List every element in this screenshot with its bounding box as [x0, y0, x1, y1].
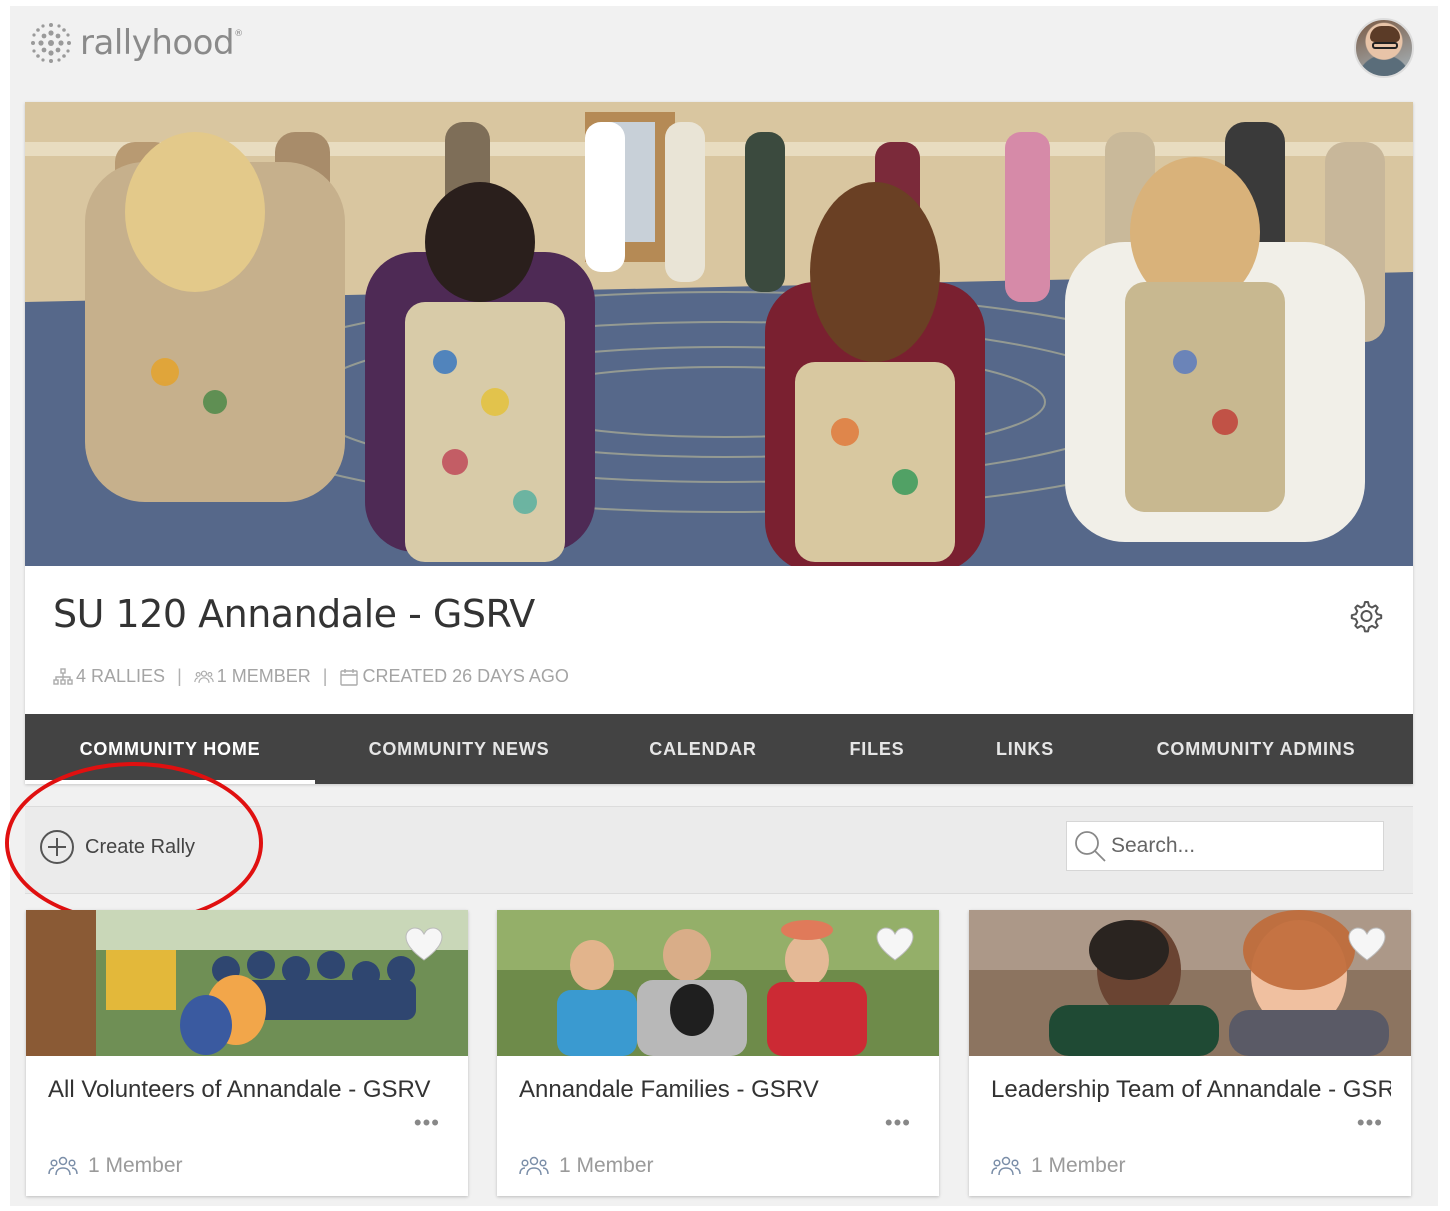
user-avatar[interactable] — [1354, 18, 1414, 78]
heart-icon[interactable] — [1347, 926, 1387, 962]
rallyhood-logo-icon — [31, 23, 71, 63]
members-icon — [194, 670, 214, 683]
annotation-circle — [5, 762, 263, 924]
search-icon — [1075, 831, 1106, 862]
tab-community-admins[interactable]: COMMUNITY ADMINS — [1099, 714, 1413, 784]
brand-trademark: ® — [234, 29, 243, 39]
tab-label: CALENDAR — [649, 738, 757, 759]
community-meta: 4 RALLIES | 1 MEMBER | CREATED 26 DAYS A… — [53, 666, 569, 687]
tab-community-news[interactable]: COMMUNITY NEWS — [315, 714, 603, 784]
members-icon — [48, 1156, 78, 1176]
more-icon[interactable]: ••• — [885, 1112, 911, 1134]
members-icon — [991, 1156, 1021, 1176]
heart-icon[interactable] — [875, 926, 915, 962]
rally-card[interactable]: Annandale Families - GSRV ••• 1 Member — [497, 910, 939, 1196]
community-title: SU 120 Annandale - GSRV — [53, 592, 535, 636]
tab-links[interactable]: LINKS — [951, 714, 1099, 784]
community-cover-photo — [25, 102, 1413, 566]
rallies-count-text: 4 RALLIES — [76, 666, 166, 686]
rally-name[interactable]: Annandale Families - GSRV — [519, 1076, 919, 1104]
rally-members: 1 Member — [48, 1154, 183, 1178]
rally-members-text: 1 Member — [559, 1154, 654, 1177]
rally-photo — [969, 910, 1411, 1056]
rally-photo — [26, 910, 468, 1056]
more-icon[interactable]: ••• — [414, 1112, 440, 1134]
created-date: CREATED 26 DAYS AGO — [339, 666, 569, 687]
rally-photo — [497, 910, 939, 1056]
rally-photo-illustration — [26, 910, 468, 1056]
rally-members: 1 Member — [519, 1154, 654, 1178]
cover-photo-illustration — [25, 102, 1413, 566]
rallies-count: 4 RALLIES — [53, 666, 165, 687]
rallies-icon — [53, 667, 73, 685]
rallyhood-logo[interactable]: rallyhood® — [30, 22, 243, 64]
rally-card[interactable]: Leadership Team of Annandale - GSRV ••• … — [969, 910, 1411, 1196]
community-tab-bar: COMMUNITY HOME COMMUNITY NEWS CALENDAR F… — [25, 714, 1413, 784]
avatar-glasses — [1372, 42, 1398, 49]
tab-label: LINKS — [996, 738, 1054, 759]
brand-name: rallyhood® — [80, 23, 243, 63]
community-card: SU 120 Annandale - GSRV 4 RALLIES | 1 ME… — [25, 102, 1413, 784]
rally-search[interactable] — [1066, 821, 1384, 871]
gear-icon[interactable] — [1347, 598, 1383, 634]
tab-label: FILES — [849, 738, 905, 759]
created-date-text: CREATED 26 DAYS AGO — [362, 666, 569, 686]
rally-card[interactable]: All Volunteers of Annandale - GSRV ••• 1… — [26, 910, 468, 1196]
rally-name[interactable]: All Volunteers of Annandale - GSRV — [48, 1076, 448, 1104]
tab-files[interactable]: FILES — [803, 714, 951, 784]
members-icon — [519, 1156, 549, 1176]
calendar-icon — [340, 668, 359, 686]
search-input[interactable] — [1111, 834, 1371, 858]
rally-photo-illustration — [497, 910, 939, 1056]
rally-name[interactable]: Leadership Team of Annandale - GSRV — [991, 1076, 1391, 1104]
rally-photo-illustration — [969, 910, 1411, 1056]
tab-calendar[interactable]: CALENDAR — [603, 714, 803, 784]
avatar-hair — [1370, 26, 1400, 42]
members-count-text: 1 MEMBER — [216, 666, 311, 686]
heart-icon[interactable] — [404, 926, 444, 962]
rally-members-text: 1 Member — [1031, 1154, 1126, 1177]
more-icon[interactable]: ••• — [1357, 1112, 1383, 1134]
rally-members-text: 1 Member — [88, 1154, 183, 1177]
tab-label: COMMUNITY ADMINS — [1156, 738, 1356, 759]
tab-label: COMMUNITY HOME — [79, 738, 261, 759]
meta-separator: | — [322, 666, 328, 686]
tab-label: COMMUNITY NEWS — [368, 738, 550, 759]
members-count: 1 MEMBER — [194, 666, 311, 687]
meta-separator: | — [177, 666, 182, 686]
brand-name-text: rallyhood — [80, 23, 235, 63]
rally-members: 1 Member — [991, 1154, 1126, 1178]
